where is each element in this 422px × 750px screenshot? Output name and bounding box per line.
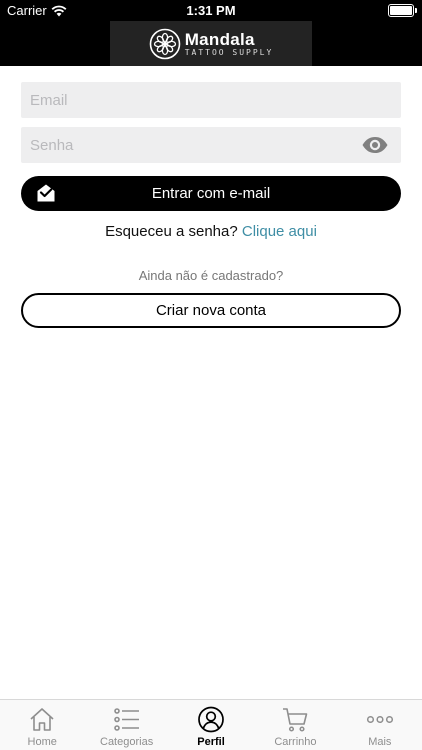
battery-icon — [388, 4, 417, 17]
list-icon — [113, 708, 139, 731]
brand-logo: Mandala TATTOO SUPPLY — [110, 21, 312, 66]
create-account-button[interactable]: Criar nova conta — [21, 293, 401, 328]
email-input[interactable] — [21, 82, 401, 118]
tab-carrinho-label: Carrinho — [274, 736, 317, 748]
tab-perfil[interactable]: Perfil — [169, 700, 253, 750]
app-header: Carrier 1:31 PM Mandala TATTOO SUPPLY — [0, 0, 422, 66]
password-input[interactable] — [21, 127, 401, 163]
tab-mais-label: Mais — [368, 736, 392, 748]
tab-carrinho[interactable]: Carrinho — [253, 700, 337, 750]
email-field[interactable] — [21, 82, 401, 118]
home-icon — [30, 708, 54, 731]
brand-name: Mandala — [184, 29, 255, 49]
forgot-password-text: Esqueceu a senha? — [105, 223, 238, 240]
cart-icon — [283, 708, 308, 732]
tab-home-label: Home — [27, 736, 57, 748]
eye-icon[interactable] — [361, 136, 389, 154]
tab-bar: Home Categorias Perfil Carrinho Mais — [0, 699, 422, 750]
forgot-password: Esqueceu a senha? Clique aqui — [0, 223, 422, 240]
user-icon — [198, 706, 224, 733]
mandala-logo-icon — [149, 28, 180, 59]
create-account-label: Criar nova conta — [155, 302, 267, 319]
forgot-password-link[interactable]: Clique aqui — [242, 223, 317, 240]
status-bar: Carrier 1:31 PM — [0, 0, 422, 22]
login-email-button[interactable]: Entrar com e-mail — [21, 176, 401, 211]
more-icon — [366, 715, 393, 724]
tab-mais[interactable]: Mais — [338, 700, 422, 750]
brand-subtitle: TATTOO SUPPLY — [184, 47, 274, 57]
email-envelope-icon — [37, 184, 55, 202]
status-time: 1:31 PM — [186, 3, 236, 18]
password-field[interactable] — [21, 127, 401, 163]
login-button-label: Entrar com e-mail — [151, 185, 271, 202]
tab-categorias-label: Categorias — [100, 736, 154, 748]
not-registered-text: Ainda não é cadastrado? — [138, 268, 284, 283]
tab-categorias[interactable]: Categorias — [84, 700, 168, 750]
tab-home[interactable]: Home — [0, 700, 84, 750]
tab-perfil-label: Perfil — [197, 736, 225, 748]
